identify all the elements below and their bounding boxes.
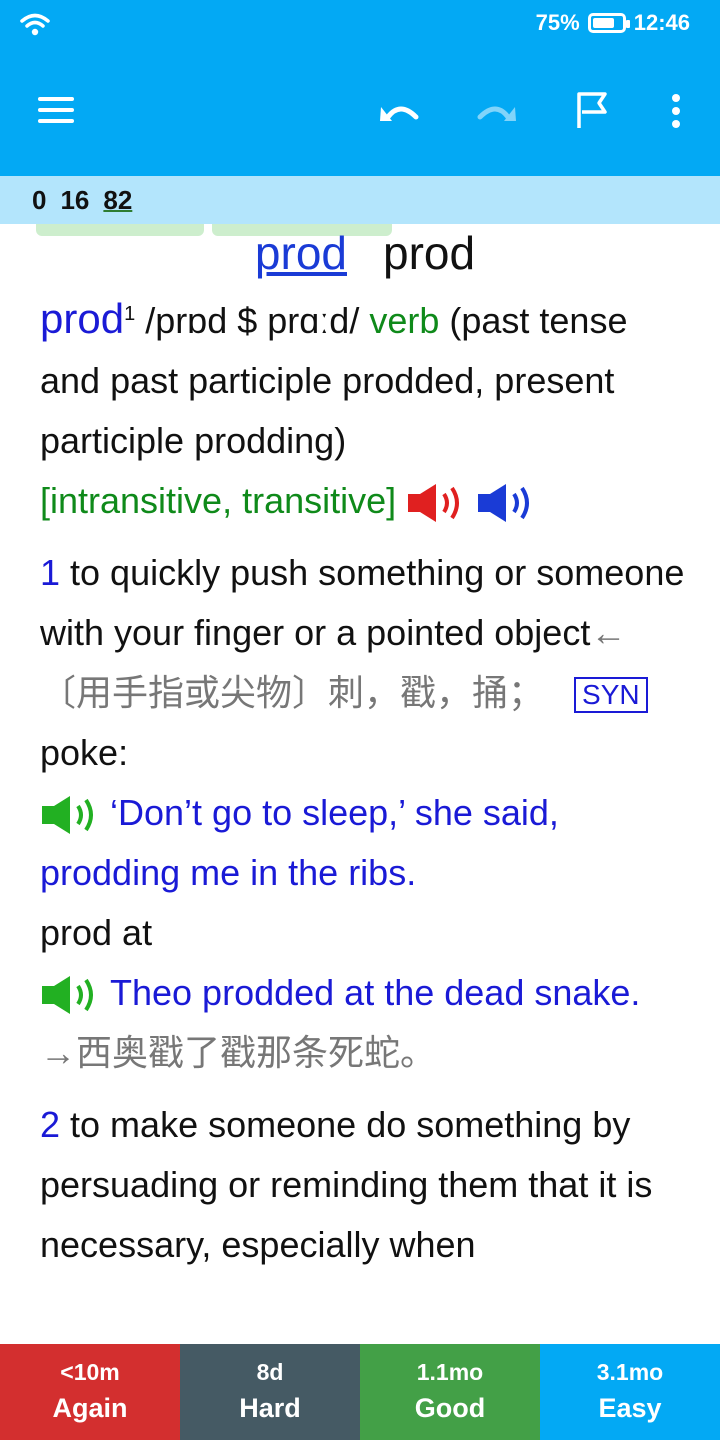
menu-button[interactable] [28,82,84,138]
homograph-number: 1 [124,303,136,325]
part-of-speech: verb [369,300,440,341]
synonym: poke: [40,732,129,773]
easy-interval: 3.1mo [596,1359,664,1385]
flag-icon [577,92,607,128]
menu-icon-bar [38,108,74,112]
speaker-green-icon[interactable] [40,792,102,838]
example-text: Theo prodded at the dead snake. [110,972,641,1013]
speaker-green-icon[interactable] [40,972,102,1018]
menu-icon-bar [38,119,74,123]
example-translation: →西奥戳了戳那条死蛇。 [40,1032,437,1073]
toolbar [0,60,720,160]
undo-button[interactable] [372,82,428,138]
menu-icon [38,97,74,101]
card-front: prod prod [40,222,690,284]
status-bar: 75% 12:46 [0,0,720,50]
entry-header: prod1 /prɒd $ prɑːd/ verb (past tense an… [40,284,690,471]
speaker-blue-icon[interactable] [476,480,538,526]
card-content: prod prod prod1 /prɒd $ prɑːd/ verb (past… [40,222,690,1342]
front-word: prod [383,227,476,279]
answer-bar: <10m Again 8d Hard 1.1mo Good 3.1mo Easy [0,1344,720,1440]
good-interval: 1.1mo [416,1359,484,1385]
example-2: Theo prodded at the dead snake. [40,963,690,1023]
card-counts: 0 16 82 [0,176,720,224]
redo-icon [477,106,516,121]
speaker-red-icon[interactable] [406,480,468,526]
battery-icon [587,13,630,33]
hard-button[interactable]: 8d Hard [180,1344,360,1440]
easy-label: Easy [598,1393,662,1423]
example-text: ‘Don’t go to sleep,’ she said, prodding … [40,792,559,893]
battery-fill [592,18,614,28]
grammar-codes: [intransitive, transitive] [40,480,397,521]
again-label: Again [52,1393,128,1423]
more-vert-icon [672,94,680,102]
phrase: prod at [40,912,153,953]
app-bar: 75% 12:46 [0,0,720,176]
more-options-button[interactable] [648,82,704,138]
battery-percent: 75% [535,10,580,35]
new-count: 0 [32,184,47,215]
review-count: 82 [103,184,133,215]
redo-button[interactable] [468,82,524,138]
again-button[interactable]: <10m Again [0,1344,180,1440]
hard-label: Hard [239,1393,301,1423]
headword: prod [40,295,125,342]
again-interval: <10m [60,1359,120,1385]
sense-1: 1 to quickly push something or someone w… [40,543,690,783]
hard-interval: 8d [256,1359,284,1385]
easy-button[interactable]: 3.1mo Easy [540,1344,720,1440]
front-link[interactable]: prod [255,227,347,279]
undo-icon [380,106,419,121]
pronunciation: /prɒd $ prɑːd/ [135,300,370,341]
sense-definition: to quickly push something or someone wit… [40,552,685,653]
clock: 12:46 [633,10,690,35]
more-vert-dot [672,107,680,115]
sense-number: 2 [40,1104,61,1145]
good-button[interactable]: 1.1mo Good [360,1344,540,1440]
grammar-line: [intransitive, transitive] [40,471,690,531]
flag-button[interactable] [565,82,621,138]
more-vert-dot [672,120,680,128]
wifi-icon [20,13,50,36]
good-label: Good [414,1393,486,1423]
sense-number: 1 [40,552,61,593]
example-1: ‘Don’t go to sleep,’ she said, prodding … [40,783,690,903]
sense-definition: to make someone do something by persuadi… [40,1104,653,1265]
sense-2: 2 to make someone do something by persua… [40,1095,690,1275]
learning-count: 16 [60,184,90,215]
syn-badge: SYN [574,677,648,714]
